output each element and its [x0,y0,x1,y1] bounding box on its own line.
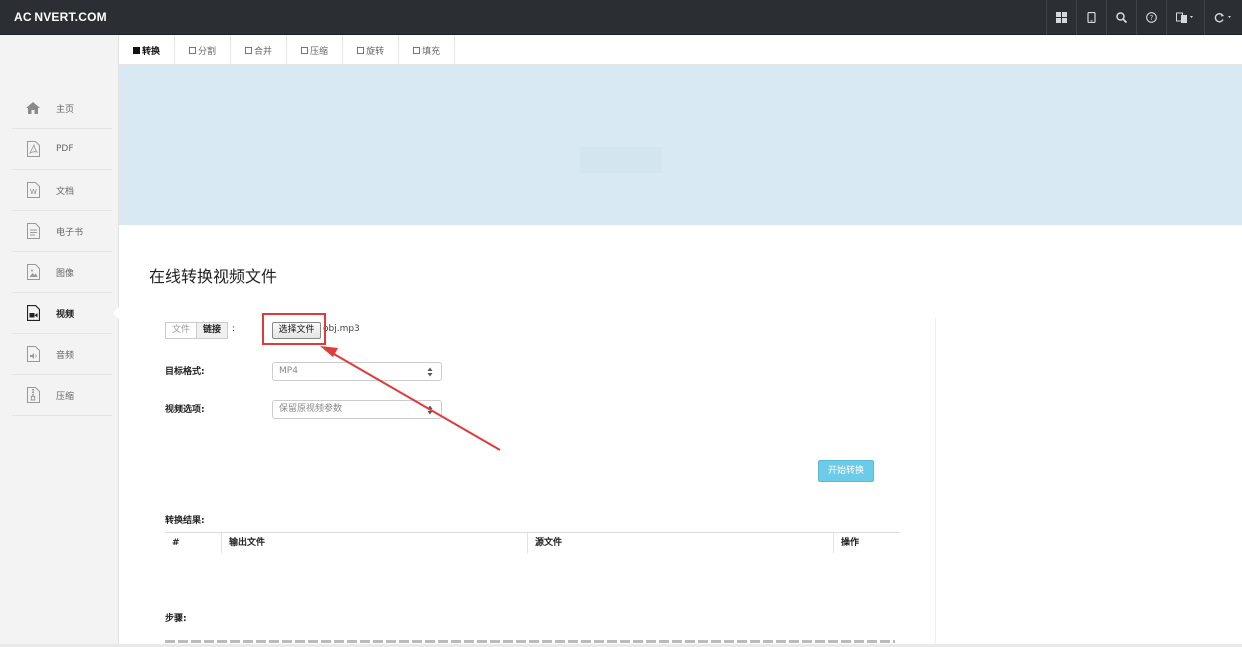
sidebar-item-label: 音频 [56,350,75,361]
tab-convert[interactable]: 转换 [119,35,176,65]
tab-label: 转换 [142,46,161,57]
select-caret-icon [427,404,433,421]
checkbox-icon [301,46,309,54]
sidebar: 主页 PDF W 文档 电子书 图像 视频 音频 压缩 [0,35,119,647]
target-format-select[interactable]: MP4 [272,362,442,381]
source-colon: : [232,324,236,334]
language-icon[interactable] [1166,0,1204,35]
tab-pad[interactable]: 填充 [399,35,456,65]
grid-icon[interactable] [1046,0,1076,35]
top-navbar: AC NVERT.COM ? [0,0,1242,35]
sidebar-item-label: 主页 [56,104,75,115]
word-doc-icon: W [22,182,44,198]
checkbox-icon [189,46,197,54]
search-icon[interactable] [1106,0,1136,35]
sidebar-item-document[interactable]: W 文档 [12,170,112,211]
sidebar-item-audio[interactable]: 音频 [12,334,112,375]
converter-panel [150,318,936,647]
sidebar-item-home[interactable]: 主页 [12,88,112,129]
sidebar-item-label: 电子书 [56,227,84,238]
checkbox-icon [133,46,140,54]
video-options-value: 保留原视频参数 [279,404,343,414]
file-source-tab[interactable]: 文件 [166,323,197,338]
video-icon [22,305,44,321]
sidebar-item-label: PDF [56,144,74,154]
target-format-label: 目标格式: [165,367,205,377]
tab-merge[interactable]: 合并 [231,35,288,65]
tab-label: 合并 [254,46,273,57]
active-item-pointer [113,307,119,319]
tab-label: 压缩 [310,46,329,57]
checkbox-icon [413,46,421,54]
tab-compress[interactable]: 压缩 [287,35,344,65]
tab-label: 分割 [198,46,217,57]
column-output-file: 输出文件 [221,533,265,553]
tool-tabs: 转换 分割 合并 压缩 旋转 填充 [119,35,1242,65]
target-format-value: MP4 [279,366,298,376]
source-toggle: 文件 链接 [165,322,229,339]
sidebar-item-label: 视频 [56,309,75,320]
checkbox-icon [245,46,253,54]
start-convert-button[interactable]: 开始转换 [818,460,874,482]
column-action: 操作 [833,533,859,553]
site-logo[interactable]: AC NVERT.COM [14,0,107,35]
selected-file-name: obj.mp3 [323,324,360,334]
refresh-icon[interactable] [1204,0,1242,35]
tab-label: 旋转 [366,46,385,57]
sidebar-item-label: 压缩 [56,391,75,402]
checkbox-icon [357,46,365,54]
sidebar-item-compress[interactable]: 压缩 [12,375,112,416]
home-icon [22,102,44,114]
tablet-icon[interactable] [1076,0,1106,35]
annotation-highlight-box [262,313,326,345]
video-options-label: 视频选项: [165,405,205,415]
svg-text:?: ? [1150,14,1154,22]
pdf-icon [22,141,44,157]
svg-text:W: W [30,188,37,196]
ebook-icon [22,223,44,239]
sidebar-item-video[interactable]: 视频 [12,293,112,334]
banner-placeholder [580,147,662,173]
sidebar-item-label: 图像 [56,268,75,279]
sidebar-item-pdf[interactable]: PDF [12,129,112,170]
sidebar-item-ebook[interactable]: 电子书 [12,211,112,252]
image-icon [22,264,44,280]
results-table-header: # 输出文件 源文件 操作 [165,532,900,553]
help-icon[interactable]: ? [1136,0,1166,35]
top-icon-group: ? [1046,0,1242,35]
tab-rotate[interactable]: 旋转 [343,35,400,65]
sidebar-item-image[interactable]: 图像 [12,252,112,293]
tab-label: 填充 [422,46,441,57]
video-options-select[interactable]: 保留原视频参数 [272,400,442,419]
column-index: # [172,538,180,548]
sidebar-item-label: 文档 [56,186,75,197]
tab-split[interactable]: 分割 [175,35,232,65]
archive-icon [22,387,44,403]
link-source-tab[interactable]: 链接 [196,323,228,338]
audio-icon [22,346,44,362]
steps-label: 步骤: [165,614,187,624]
ad-banner [119,65,1242,225]
page-title: 在线转换视频文件 [149,267,278,286]
column-source-file: 源文件 [527,533,562,553]
results-label: 转换结果: [165,516,205,526]
select-caret-icon [427,366,433,383]
